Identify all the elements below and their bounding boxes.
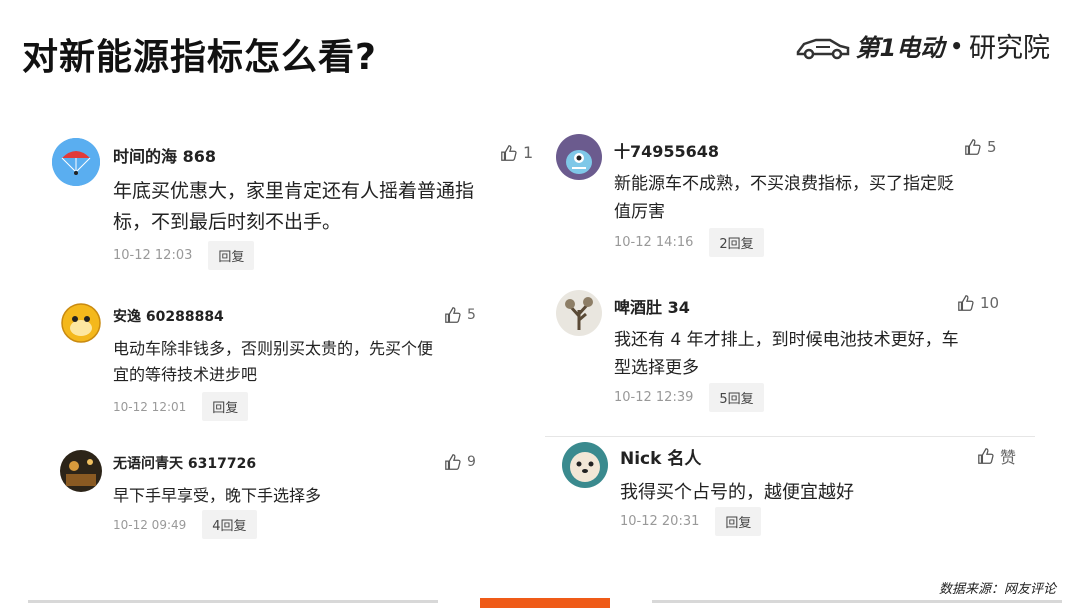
footer-line-right xyxy=(652,600,1062,603)
comment-text: 年底买优惠大，家里肯定还有人摇着普通指 标，不到最后时刻不出手。 xyxy=(113,180,475,234)
footer-line-left xyxy=(28,600,438,603)
like-button[interactable]: 5 xyxy=(964,138,997,156)
comment-time: 10-12 12:03 xyxy=(113,248,193,263)
comment-text: 我得买个占号的，越便宜越好 xyxy=(620,482,854,503)
like-button[interactable]: 1 xyxy=(500,143,533,162)
like-button[interactable]: 赞 xyxy=(977,444,1016,468)
like-count: 5 xyxy=(467,307,476,323)
comment-username[interactable]: 十74955648 xyxy=(614,138,719,162)
car-logo-icon xyxy=(796,38,849,59)
thumbs-up-icon xyxy=(445,307,461,323)
parachute-avatar-icon xyxy=(52,138,100,186)
brand-suffix: 研究院 xyxy=(969,33,1050,64)
comment-time: 10-12 12:01 xyxy=(113,399,187,414)
puppy-avatar-icon xyxy=(562,442,608,488)
comment-meta: 10-12 12:01 回复 xyxy=(113,392,249,421)
night-scene-avatar-icon xyxy=(60,450,102,492)
user-avatar[interactable] xyxy=(556,290,602,336)
comment-username[interactable]: 时间的海 868 xyxy=(113,143,216,167)
thumbs-up-icon xyxy=(445,454,461,470)
reply-button[interactable]: 5回复 xyxy=(709,383,764,412)
reply-button[interactable]: 回复 xyxy=(202,392,249,421)
brand-separator: • xyxy=(950,33,963,58)
user-avatar[interactable] xyxy=(60,302,102,344)
like-button[interactable]: 5 xyxy=(444,306,476,324)
user-avatar[interactable] xyxy=(562,442,608,488)
comment-time: 10-12 14:16 xyxy=(614,235,694,250)
reply-button[interactable]: 回复 xyxy=(208,241,255,270)
brand-name: 第1电动 xyxy=(855,34,945,62)
comment-divider xyxy=(545,436,1035,437)
comment-meta: 10-12 09:49 4回复 xyxy=(113,510,257,539)
like-count: 9 xyxy=(467,454,476,470)
comment-time: 10-12 20:31 xyxy=(620,514,700,529)
like-button[interactable]: 9 xyxy=(444,453,476,471)
comment-username[interactable]: 啤酒肚 34 xyxy=(614,294,690,318)
comment-text: 早下手早享受，晚下手选择多 xyxy=(113,486,322,505)
like-count: 1 xyxy=(523,143,534,162)
comment-meta: 10-12 12:03 回复 xyxy=(113,241,255,270)
comment-text: 我还有 4 年才排上，到时候电池技术更好，车 型选择更多 xyxy=(614,330,959,379)
reply-button[interactable]: 回复 xyxy=(715,507,762,536)
comment-time: 10-12 09:49 xyxy=(113,517,187,532)
comment-meta: 10-12 12:39 5回复 xyxy=(614,383,764,412)
comment-text: 新能源车不成熟，不买浪费指标，买了指定贬 值厉害 xyxy=(614,174,954,223)
comment-username[interactable]: 无语问青天 6317726 xyxy=(113,453,256,473)
thumbs-up-icon xyxy=(978,448,994,464)
like-count: 赞 xyxy=(1000,448,1017,467)
tree-avatar-icon xyxy=(556,290,602,336)
thumbs-up-icon xyxy=(965,139,981,155)
like-button[interactable]: 10 xyxy=(957,294,999,312)
like-count: 10 xyxy=(980,294,1000,312)
data-source-note: 数据来源：网友评论 xyxy=(938,582,1056,597)
blue-creature-avatar-icon xyxy=(556,134,602,180)
comment-time: 10-12 12:39 xyxy=(614,390,694,405)
comment-meta: 10-12 20:31 回复 xyxy=(620,507,762,536)
cartoon-monkey-avatar-icon xyxy=(60,302,102,344)
page-title: 对新能源指标怎么看? xyxy=(22,37,377,78)
footer-accent-bar xyxy=(480,598,610,608)
thumbs-up-icon xyxy=(501,144,517,161)
user-avatar[interactable] xyxy=(556,134,602,180)
reply-button[interactable]: 4回复 xyxy=(202,510,257,539)
like-count: 5 xyxy=(987,138,997,156)
thumbs-up-icon xyxy=(958,295,974,311)
reply-button[interactable]: 2回复 xyxy=(709,228,764,257)
comment-text: 电动车除非钱多，否则别买太贵的，先买个便 宜的等待技术进步吧 xyxy=(113,339,434,385)
comment-username[interactable]: Nick 名人 xyxy=(620,444,701,469)
comment-username[interactable]: 安逸 60288884 xyxy=(113,306,224,326)
user-avatar[interactable] xyxy=(60,450,102,492)
brand-logo: 第1电动 • 研究院 xyxy=(796,26,1050,65)
user-avatar[interactable] xyxy=(52,138,100,186)
comment-meta: 10-12 14:16 2回复 xyxy=(614,228,764,257)
